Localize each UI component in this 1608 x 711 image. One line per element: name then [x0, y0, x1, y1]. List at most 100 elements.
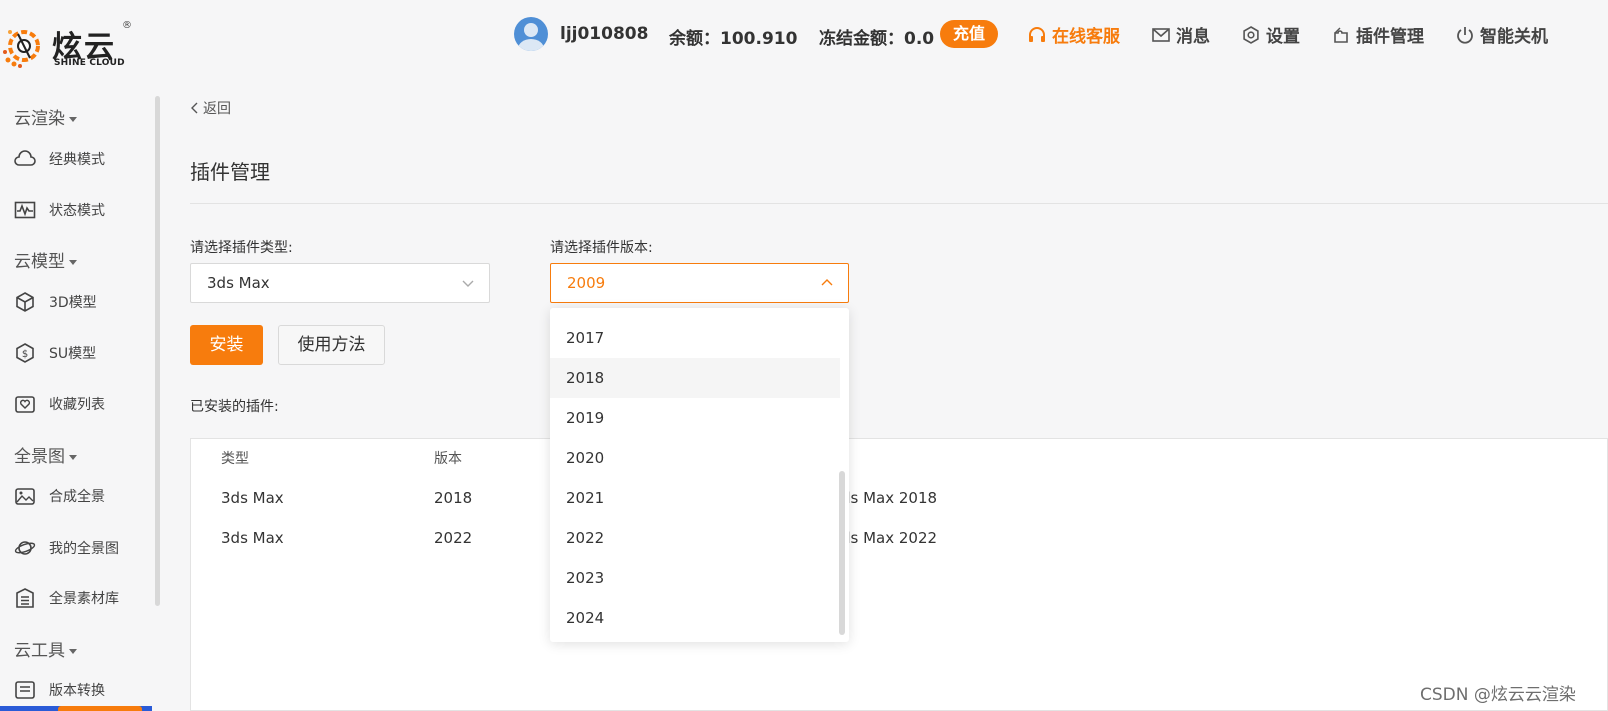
online-support-link[interactable]: 在线客服	[1027, 22, 1120, 47]
settings-icon	[1243, 25, 1259, 44]
settings-link[interactable]: 设置	[1241, 22, 1300, 47]
su-icon: $	[16, 343, 34, 363]
mail-icon	[1152, 27, 1170, 42]
sidebar-item-su-model[interactable]: $ SU模型	[14, 341, 96, 365]
sidebar-group-panorama[interactable]: 全景图	[14, 442, 77, 467]
plugin-type-select[interactable]: 3ds Max	[190, 263, 490, 303]
page-title: 插件管理	[190, 160, 270, 184]
favorite-icon	[15, 396, 35, 413]
usage-button[interactable]: 使用方法	[278, 325, 385, 365]
brand-logo[interactable]: 炫云 ® SHINE CLOUD	[0, 18, 140, 74]
sidebar-item-label: 版本转换	[49, 683, 105, 699]
logo-mark-icon	[3, 30, 40, 68]
messages-link[interactable]: 消息	[1151, 22, 1210, 47]
sidebar-item-label: 经典模式	[49, 152, 105, 168]
caret-down-icon	[69, 648, 77, 654]
dropdown-option[interactable]: 2023	[550, 558, 840, 598]
version-dropdown-menu: 2017 2018 2019 2020 2021 2022 2023 2024	[550, 308, 849, 642]
cell-version: 2022	[434, 529, 473, 547]
plugin-version-select[interactable]: 2009	[550, 263, 849, 303]
sidebar-group-label: 云渲染	[14, 109, 65, 129]
caret-down-icon	[69, 259, 77, 265]
sidebar-item-version-convert[interactable]: 版本转换	[14, 678, 105, 702]
sidebar: 炫云 ® SHINE CLOUD 云渲染 经典模式 状态模式 云模型 3D模型 …	[0, 0, 160, 711]
back-label: 返回	[203, 101, 231, 117]
sidebar-scrollbar[interactable]	[155, 96, 160, 606]
dropdown-option[interactable]: 2020	[550, 438, 840, 478]
smart-shutdown-link[interactable]: 智能关机	[1455, 22, 1548, 47]
sidebar-group-cloud-tools[interactable]: 云工具	[14, 636, 77, 661]
pulse-icon	[14, 201, 36, 219]
smart-shutdown-label: 智能关机	[1480, 27, 1548, 47]
install-button[interactable]: 安装	[190, 325, 263, 365]
dropdown-option[interactable]: 2021	[550, 478, 840, 518]
caret-down-icon	[69, 116, 77, 122]
sidebar-item-label: 合成全景	[49, 489, 105, 505]
svg-text:$: $	[22, 349, 28, 360]
online-support-label: 在线客服	[1052, 27, 1120, 47]
dropdown-option[interactable]: 2022	[550, 518, 840, 558]
plugin-management-label: 插件管理	[1356, 27, 1424, 47]
top-header: ljj010808 余额：100.910 冻结金额：0.0 充值 在线客服 消息…	[160, 0, 1608, 70]
library-icon	[16, 588, 34, 608]
cell-type: 3ds Max	[221, 529, 284, 547]
sidebar-group-cloud-render[interactable]: 云渲染	[14, 104, 77, 129]
power-icon	[1457, 26, 1473, 44]
sidebar-item-my-panorama[interactable]: 我的全景图	[14, 536, 119, 560]
sidebar-item-label: 3D模型	[49, 295, 97, 311]
back-link[interactable]: 返回	[190, 98, 231, 118]
plugin-version-value: 2009	[567, 274, 606, 292]
headset-icon	[1029, 26, 1045, 42]
cube-icon	[16, 292, 34, 312]
dropdown-option[interactable]: 2024	[550, 598, 840, 638]
cell-name: ds Max 2018	[841, 489, 938, 507]
messages-label: 消息	[1176, 27, 1210, 47]
sidebar-item-compose-panorama[interactable]: 合成全景	[14, 484, 105, 508]
avatar[interactable]	[514, 17, 548, 51]
plugin-type-label: 请选择插件类型:	[190, 240, 293, 256]
title-divider	[190, 203, 1608, 204]
dropdown-option[interactable]: 2017	[550, 318, 840, 358]
chevron-left-icon	[191, 102, 198, 114]
brand-reg-mark: ®	[122, 20, 132, 31]
column-header-version: 版本	[434, 451, 462, 467]
sidebar-group-cloud-model[interactable]: 云模型	[14, 247, 77, 272]
sidebar-item-status-mode[interactable]: 状态模式	[14, 198, 105, 222]
installed-plugins-label: 已安装的插件:	[190, 399, 279, 415]
plugin-version-label: 请选择插件版本:	[550, 240, 653, 256]
sidebar-item-favorites[interactable]: 收藏列表	[14, 392, 105, 416]
sidebar-item-label: 收藏列表	[49, 397, 105, 413]
bottom-taskbar-active-segment	[58, 706, 142, 711]
sidebar-item-label: 状态模式	[49, 203, 105, 219]
settings-label: 设置	[1266, 27, 1300, 47]
sidebar-item-label: SU模型	[49, 346, 97, 362]
bottom-taskbar-strip	[0, 706, 152, 711]
frozen-amount-text: 冻结金额：0.0	[819, 29, 935, 49]
panorama-icon	[15, 488, 35, 505]
dropdown-option[interactable]: 2018	[550, 358, 840, 398]
username[interactable]: ljj010808	[560, 24, 648, 44]
planet-icon	[14, 541, 36, 555]
balance-text: 余额：100.910	[669, 29, 798, 49]
cell-version: 2018	[434, 489, 473, 507]
caret-down-icon	[69, 454, 77, 460]
recharge-button[interactable]: 充值	[940, 20, 998, 48]
dropdown-scrollbar[interactable]	[839, 471, 845, 635]
cell-type: 3ds Max	[221, 489, 284, 507]
sidebar-group-label: 云工具	[14, 641, 65, 661]
cell-name: ds Max 2022	[841, 529, 938, 547]
chevron-up-icon	[821, 279, 833, 286]
sidebar-group-label: 云模型	[14, 252, 65, 272]
sidebar-item-classic-mode[interactable]: 经典模式	[14, 147, 105, 171]
brand-subtitle: SHINE CLOUD	[54, 58, 125, 68]
plugin-management-link[interactable]: 插件管理	[1331, 22, 1424, 47]
sidebar-item-label: 我的全景图	[49, 541, 119, 557]
sidebar-item-panorama-library[interactable]: 全景素材库	[14, 586, 119, 610]
sidebar-item-label: 全景素材库	[49, 591, 119, 607]
sidebar-item-3d-model[interactable]: 3D模型	[14, 290, 97, 314]
watermark: CSDN @炫云云渲染	[1420, 685, 1576, 705]
sidebar-group-label: 全景图	[14, 447, 65, 467]
installed-plugins-table	[190, 438, 1608, 711]
cloud-icon	[14, 150, 36, 166]
dropdown-option[interactable]: 2019	[550, 398, 840, 438]
